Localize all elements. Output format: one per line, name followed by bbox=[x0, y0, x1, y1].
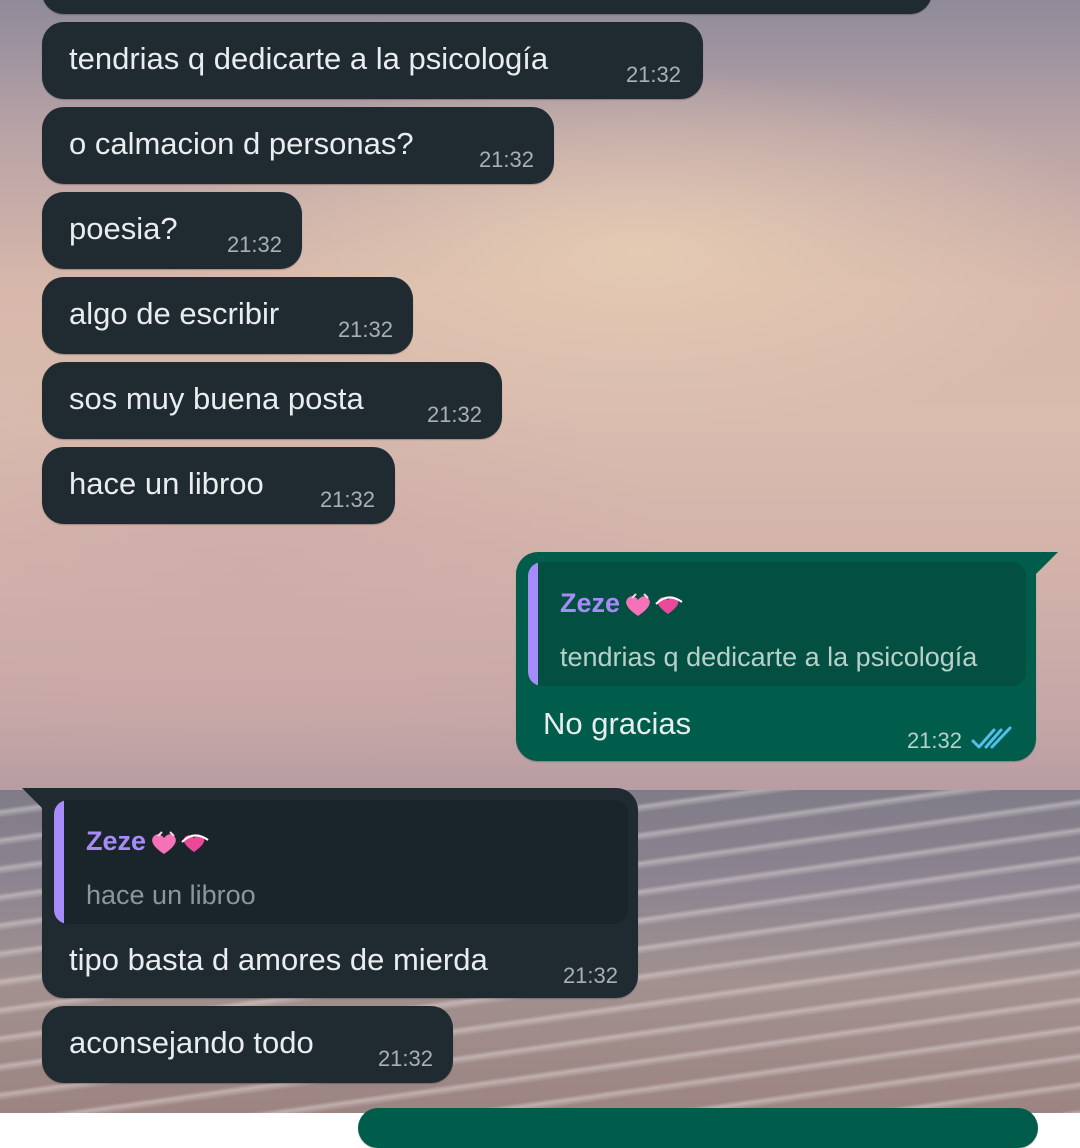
message-time: 21:32 bbox=[426, 402, 482, 427]
bubble-tail bbox=[1036, 552, 1058, 574]
message-bubble[interactable]: o calmacion d personas? 21:32 bbox=[42, 107, 554, 184]
message-time: 21:32 bbox=[906, 728, 962, 753]
message-time: 21:32 bbox=[319, 487, 375, 512]
message-bubble-partial[interactable] bbox=[42, 0, 932, 14]
message-text: hace un libroo bbox=[69, 466, 264, 501]
quoted-text: tendrias q dedicarte a la psicología bbox=[560, 642, 978, 672]
message-time: 21:32 bbox=[478, 147, 534, 172]
message-text: tipo basta d amores de mierda bbox=[69, 942, 488, 977]
message-time: 21:32 bbox=[377, 1046, 433, 1071]
quoted-message[interactable]: Zeze hace un libroo bbox=[54, 800, 628, 924]
quoted-author-name: Zeze bbox=[86, 826, 147, 856]
message-bubble[interactable]: algo de escribir 21:32 bbox=[42, 277, 413, 354]
message-bubble[interactable]: aconsejando todo 21:32 bbox=[42, 1006, 453, 1083]
message-text: sos muy buena posta bbox=[69, 381, 364, 416]
message-time: 21:32 bbox=[337, 317, 393, 342]
quoted-message[interactable]: Zeze tendrias q dedicarte a la psicologí… bbox=[528, 562, 1026, 686]
message-time: 21:32 bbox=[625, 62, 681, 87]
message-text: algo de escribir bbox=[69, 296, 280, 331]
message-bubble[interactable]: tendrias q dedicarte a la psicología 21:… bbox=[42, 22, 703, 99]
bubble-tail bbox=[22, 788, 44, 810]
quoted-author: Zeze bbox=[560, 588, 688, 620]
message-time: 21:32 bbox=[562, 963, 618, 988]
double-check-read-icon bbox=[971, 726, 1012, 749]
message-bubble[interactable]: poesia? 21:32 bbox=[42, 192, 302, 269]
outgoing-reply-bubble[interactable]: Zeze tendrias q dedicarte a la psicologí… bbox=[516, 552, 1058, 761]
incoming-reply-bubble[interactable]: Zeze hace un libroo tipo basta d amores … bbox=[22, 788, 638, 998]
revolving-hearts-icon bbox=[152, 831, 209, 854]
quote-accent-bar bbox=[54, 800, 64, 924]
revolving-hearts-icon bbox=[626, 593, 683, 616]
message-text: aconsejando todo bbox=[69, 1025, 314, 1060]
message-text: poesia? bbox=[69, 211, 178, 246]
quoted-author-name: Zeze bbox=[560, 588, 621, 618]
quoted-author: Zeze bbox=[86, 826, 214, 858]
message-text: tendrias q dedicarte a la psicología bbox=[69, 41, 549, 76]
message-bubble[interactable]: hace un libroo 21:32 bbox=[42, 447, 395, 524]
message-bubble[interactable]: sos muy buena posta 21:32 bbox=[42, 362, 502, 439]
message-text: o calmacion d personas? bbox=[69, 126, 414, 161]
quote-accent-bar bbox=[528, 562, 538, 686]
message-text: No gracias bbox=[543, 706, 692, 741]
message-time: 21:32 bbox=[226, 232, 282, 257]
quoted-text: hace un libroo bbox=[86, 880, 256, 910]
message-bubble-partial[interactable] bbox=[358, 1108, 1038, 1148]
